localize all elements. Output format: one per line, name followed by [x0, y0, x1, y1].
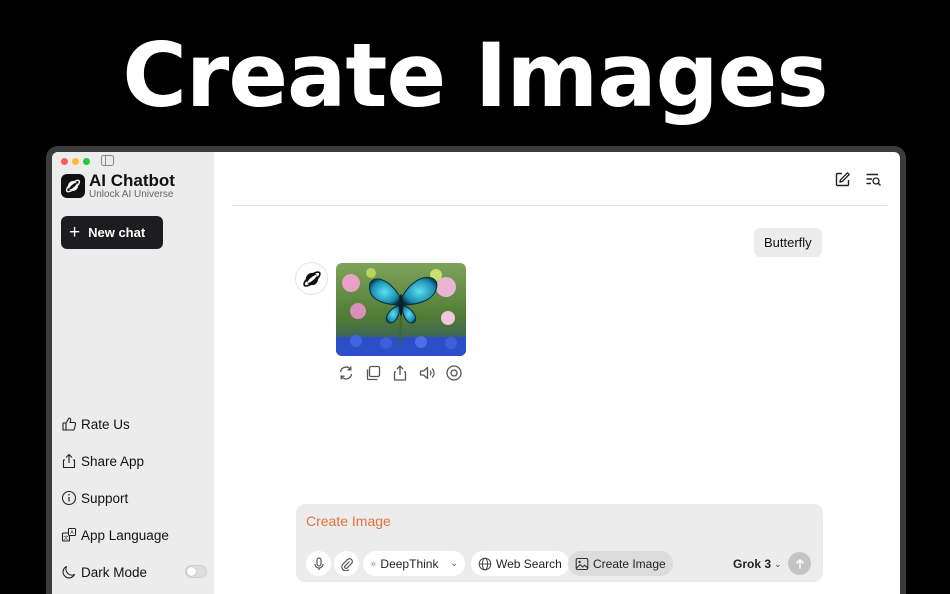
- sidebar-item-label: Support: [81, 490, 129, 506]
- model-label: Grok 3: [733, 557, 772, 571]
- chevron-down-icon: ⌄: [774, 558, 782, 569]
- attach-button[interactable]: [334, 551, 359, 576]
- image-icon: [575, 557, 589, 570]
- prompt-input[interactable]: [306, 513, 786, 529]
- regenerate-icon[interactable]: [337, 364, 355, 382]
- brand: AI Chatbot Unlock AI Universe: [61, 172, 175, 200]
- web-search-label: Web Search: [496, 556, 562, 571]
- new-chat-button[interactable]: + New chat: [61, 216, 163, 249]
- sidebar-toggle-icon[interactable]: [101, 155, 114, 166]
- create-image-label: Create Image: [593, 556, 666, 571]
- microphone-icon: [313, 556, 324, 570]
- moon-icon: [62, 565, 76, 579]
- message-actions: [337, 364, 463, 382]
- sidebar-item-share-app[interactable]: Share App: [61, 450, 211, 472]
- user-message: Butterfly: [754, 228, 822, 257]
- sidebar-item-app-language[interactable]: A文 App Language: [61, 524, 211, 546]
- create-image-button[interactable]: Create Image: [568, 551, 673, 576]
- share-icon[interactable]: [391, 364, 409, 382]
- search-history-icon[interactable]: [865, 171, 882, 188]
- chat-main: Butterfly Create Image DeepThink ⌄ Web S…: [214, 152, 900, 594]
- sidebar-item-dark-mode: Dark Mode: [61, 561, 211, 583]
- app-window: AI Chatbot Unlock AI Universe + New chat…: [46, 146, 906, 594]
- sidebar-item-support[interactable]: Support: [61, 487, 211, 509]
- hero-title: Create Images: [122, 24, 828, 127]
- thumbs-up-icon: [62, 417, 77, 431]
- svg-text:文: 文: [63, 535, 68, 542]
- app-tagline: Unlock AI Universe: [89, 189, 174, 200]
- sidebar-item-rate-us[interactable]: Rate Us: [61, 413, 211, 435]
- svg-text:A: A: [70, 530, 74, 536]
- new-chat-label: New chat: [88, 225, 146, 240]
- composer: DeepThink ⌄ Web Search Create Image Grok…: [296, 504, 823, 582]
- window-controls: [61, 158, 90, 165]
- bot-avatar: [295, 262, 328, 295]
- translate-icon: A文: [61, 527, 77, 542]
- sidebar-item-label: Share App: [81, 453, 145, 469]
- sidebar-item-label: App Language: [81, 527, 169, 543]
- paperclip-icon: [340, 557, 353, 571]
- microphone-button[interactable]: [306, 551, 331, 576]
- info-icon: [61, 490, 77, 506]
- compose-icon[interactable]: [834, 171, 851, 188]
- generated-image[interactable]: [336, 263, 466, 356]
- sidebar: AI Chatbot Unlock AI Universe + New chat…: [52, 152, 214, 594]
- zoom-window-button[interactable]: [83, 158, 90, 165]
- planet-icon: [302, 270, 321, 287]
- deepthink-button[interactable]: DeepThink ⌄: [363, 551, 465, 576]
- send-button[interactable]: [788, 552, 811, 575]
- header-divider: [232, 205, 887, 206]
- eye-icon[interactable]: [445, 364, 463, 382]
- dark-mode-toggle[interactable]: [185, 565, 207, 578]
- copy-icon[interactable]: [364, 364, 382, 382]
- sidebar-item-label: Rate Us: [81, 416, 130, 432]
- lightbulb-icon: [370, 560, 376, 567]
- app-name: AI Chatbot: [89, 171, 175, 190]
- share-icon: [62, 453, 76, 469]
- globe-icon: [478, 557, 492, 570]
- close-window-button[interactable]: [61, 158, 68, 165]
- arrow-up-icon: [795, 558, 804, 568]
- planet-logo-icon: [61, 174, 85, 198]
- model-selector[interactable]: Grok 3 ⌄: [733, 557, 782, 571]
- web-search-button[interactable]: Web Search: [471, 551, 569, 576]
- minimize-window-button[interactable]: [72, 158, 79, 165]
- sidebar-item-label: Dark Mode: [81, 564, 148, 580]
- plus-icon: +: [69, 222, 81, 243]
- deepthink-label: DeepThink: [380, 556, 439, 571]
- speaker-icon[interactable]: [418, 364, 436, 382]
- chevron-down-icon[interactable]: ⌄: [450, 558, 458, 569]
